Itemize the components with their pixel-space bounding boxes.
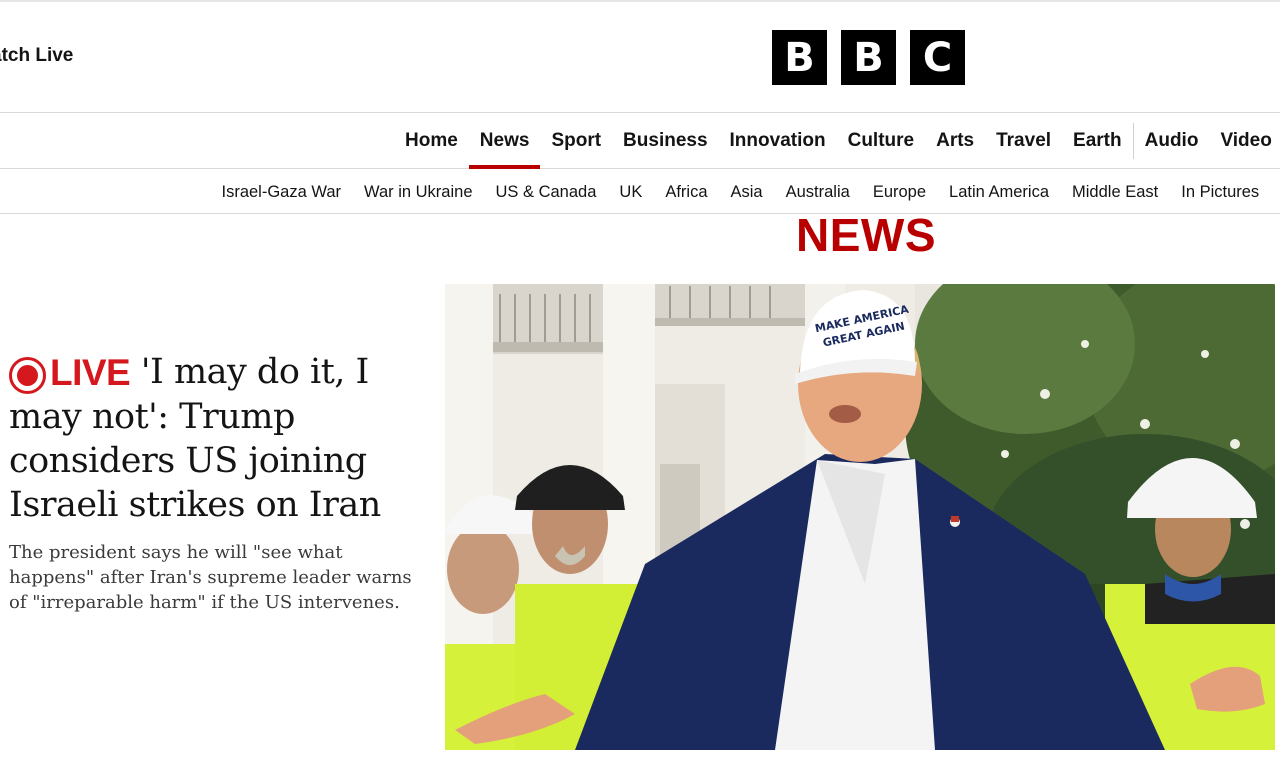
subnav-item-latin-america[interactable]: Latin America: [938, 170, 1061, 214]
watch-live-link[interactable]: atch Live: [0, 45, 73, 67]
subnav-item-israel-gaza-war[interactable]: Israel-Gaza War: [210, 170, 353, 214]
bbc-logo-block-1: B: [772, 30, 827, 85]
nav-item-home[interactable]: Home: [394, 113, 469, 169]
live-label: LIVE: [50, 351, 131, 393]
nav-item-video[interactable]: Video: [1209, 113, 1280, 169]
section-title: NEWS: [796, 209, 936, 261]
nav-item-earth[interactable]: Earth: [1062, 113, 1133, 169]
primary-nav: Home News Sport Business Innovation Cult…: [0, 113, 1280, 169]
nav-item-arts[interactable]: Arts: [925, 113, 985, 169]
headline-link[interactable]: LIVE 'I may do it, I may not': Trump con…: [9, 350, 429, 527]
nav-item-audio[interactable]: Audio: [1134, 113, 1210, 169]
subnav-item-in-pictures[interactable]: In Pictures: [1170, 170, 1271, 214]
subnav-item-uk[interactable]: UK: [608, 170, 654, 214]
masthead: atch Live B B C: [0, 2, 1280, 113]
subnav-item-africa[interactable]: Africa: [654, 170, 719, 214]
lead-story: LIVE 'I may do it, I may not': Trump con…: [9, 350, 429, 615]
lead-story-image[interactable]: MAKE AMERICA GREAT AGAIN: [445, 284, 1275, 750]
nav-item-innovation[interactable]: Innovation: [719, 113, 837, 169]
nav-item-business[interactable]: Business: [612, 113, 718, 169]
nav-item-news[interactable]: News: [468, 113, 541, 169]
bbc-logo-block-3: C: [910, 30, 965, 85]
secondary-nav: Israel-Gaza War War in Ukraine US & Cana…: [0, 170, 1280, 214]
subnav-item-asia[interactable]: Asia: [719, 170, 774, 214]
nav-item-travel[interactable]: Travel: [985, 113, 1062, 169]
nav-item-culture[interactable]: Culture: [837, 113, 926, 169]
live-indicator-icon: [9, 357, 46, 394]
subnav-item-us-canada[interactable]: US & Canada: [484, 170, 608, 214]
story-summary: The president says he will "see what hap…: [9, 541, 412, 613]
bbc-logo[interactable]: B B C: [772, 30, 965, 85]
subnav-item-war-in-ukraine[interactable]: War in Ukraine: [353, 170, 485, 214]
bbc-logo-block-2: B: [841, 30, 896, 85]
nav-item-sport[interactable]: Sport: [540, 113, 612, 169]
live-badge: LIVE: [9, 351, 131, 395]
subnav-item-middle-east[interactable]: Middle East: [1061, 170, 1170, 214]
